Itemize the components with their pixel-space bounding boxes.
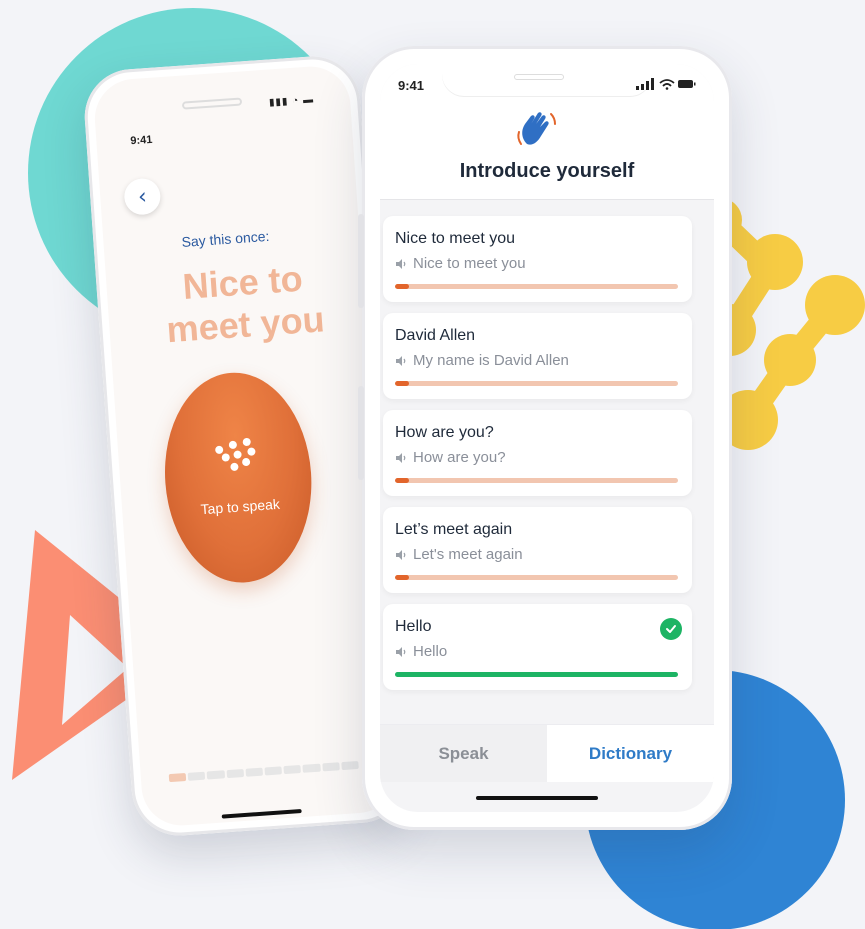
- phrase-progress-fill: [395, 478, 410, 483]
- audio-row[interactable]: Nice to meet you: [395, 255, 526, 272]
- phrase-card[interactable]: How are you? How are you?: [383, 410, 692, 496]
- earpiece: [514, 74, 564, 80]
- speaker-icon: [396, 258, 406, 269]
- audio-text: How are you?: [413, 449, 506, 466]
- tab-speak[interactable]: Speak: [380, 725, 547, 782]
- phrase-progress-fill: [395, 284, 410, 289]
- notch: [442, 64, 652, 96]
- phrase-card[interactable]: Hello Hello: [383, 604, 692, 690]
- volume-button: [358, 386, 364, 480]
- phrase-card[interactable]: Let’s meet again Let's meet again: [383, 507, 692, 593]
- phrase-text: How are you?: [395, 424, 494, 441]
- right-phone: 9:41 Introduce yourself Nice to meet you…: [358, 46, 732, 830]
- tap-to-speak-button[interactable]: Tap to speak: [158, 367, 319, 588]
- audio-row[interactable]: My name is David Allen: [395, 352, 569, 369]
- phrase-text: Let’s meet again: [395, 521, 513, 538]
- speaker-icon: [396, 646, 406, 657]
- audio-text: Hello: [413, 643, 448, 660]
- audio-row[interactable]: Hello: [395, 643, 447, 660]
- lesson-header: 9:41 Introduce yourself: [380, 64, 714, 200]
- phrase-progress-fill: [395, 381, 410, 386]
- progress-segment: [187, 771, 206, 781]
- progress-segment: [264, 766, 283, 776]
- phrase-card[interactable]: David Allen My name is David Allen: [383, 313, 692, 399]
- speaker-icon: [396, 452, 406, 463]
- back-button[interactable]: ‹: [123, 177, 162, 216]
- bottom-tab-bar: Speak Dictionary: [380, 724, 714, 782]
- tab-dictionary[interactable]: Dictionary: [547, 725, 714, 782]
- phrase-text: Hello: [395, 618, 432, 635]
- phrase-progress-bar: [395, 575, 678, 580]
- audio-row[interactable]: How are you?: [395, 449, 506, 466]
- progress-segment: [168, 772, 187, 783]
- progress-segment: [302, 763, 321, 773]
- status-time: 9:41: [398, 78, 425, 93]
- progress-segment: [226, 768, 244, 779]
- audio-text: Let's meet again: [413, 546, 523, 563]
- status-time: 9:41: [130, 133, 153, 148]
- audio-text: My name is David Allen: [413, 352, 569, 369]
- phrase-progress-bar: [168, 760, 359, 783]
- status-indicators-icon: [636, 78, 696, 90]
- tap-to-speak-label: Tap to speak: [200, 495, 281, 518]
- phrase-text: David Allen: [395, 327, 476, 344]
- volume-button: [358, 214, 364, 308]
- right-phone-screen: 9:41 Introduce yourself Nice to meet you…: [380, 64, 714, 812]
- phrase-progress-bar: [395, 672, 678, 677]
- phrase-progress-bar: [395, 284, 678, 289]
- progress-segment: [341, 760, 359, 771]
- phrase-list: Nice to meet you Nice to meet you David Al…: [383, 216, 692, 701]
- status-indicators-icon: ▮▮▮ ◔ ▬: [268, 94, 315, 109]
- phrase-progress-bar: [395, 381, 678, 386]
- home-indicator: [476, 796, 598, 800]
- phrase-text: Nice to meet you: [395, 230, 516, 247]
- check-icon: [660, 618, 682, 640]
- progress-segment: [245, 767, 264, 777]
- progress-segment: [283, 764, 302, 775]
- soundwave-icon: [215, 437, 256, 471]
- chevron-left-icon: ‹: [137, 183, 148, 210]
- phrase-card[interactable]: Nice to meet you Nice to meet you: [383, 216, 692, 302]
- progress-segment: [321, 762, 340, 772]
- phrase-progress-bar: [395, 478, 678, 483]
- speaker-icon: [396, 355, 406, 366]
- left-phone-speaker: [181, 97, 243, 110]
- progress-segment: [207, 770, 225, 780]
- left-phone-screen: 9:41 ▮▮▮ ◔ ▬ ‹ Say this once: Nice to me…: [92, 63, 400, 829]
- target-phrase: Nice to meet you: [141, 255, 346, 353]
- home-indicator: [221, 809, 302, 819]
- lesson-title: Introduce yourself: [459, 160, 635, 182]
- waving-hand-icon: [517, 112, 556, 145]
- audio-text: Nice to meet you: [413, 255, 526, 272]
- phrase-progress-fill: [395, 575, 410, 580]
- instruction-text: Say this once:: [181, 227, 270, 250]
- speaker-icon: [396, 549, 406, 560]
- audio-row[interactable]: Let's meet again: [395, 546, 523, 563]
